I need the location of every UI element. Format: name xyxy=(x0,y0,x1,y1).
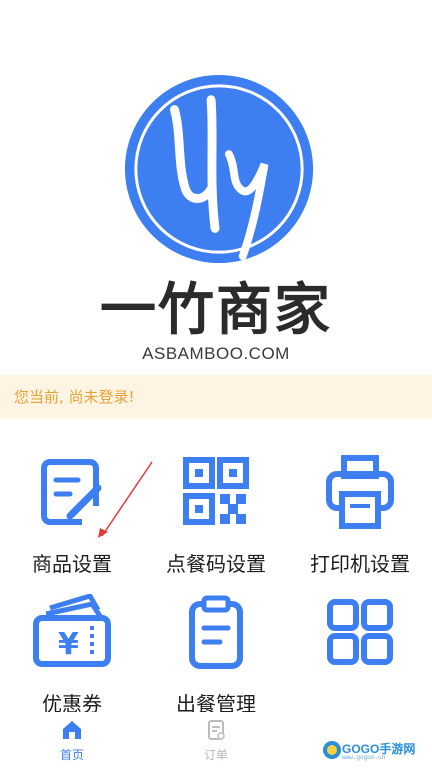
grid-item-printer-settings[interactable]: 打印机设置 xyxy=(288,454,432,594)
apps-icon xyxy=(327,599,393,665)
watermark-logo-icon xyxy=(323,741,341,759)
order-icon xyxy=(208,720,225,740)
coupon-icon: ¥ xyxy=(33,594,111,667)
grid-item-label: 打印机设置 xyxy=(310,552,410,576)
brand-name-en: ASBAMBOO.COM xyxy=(142,344,290,363)
grid-item-product-settings[interactable]: 商品设置 xyxy=(0,454,144,594)
grid-item-label: 商品设置 xyxy=(32,552,112,576)
printer-icon xyxy=(326,455,394,529)
clipboard-icon xyxy=(189,595,243,669)
grid-item-qr-settings[interactable]: 点餐码设置 xyxy=(144,454,288,594)
tab-label: 首页 xyxy=(59,748,84,762)
qr-code-icon xyxy=(183,457,249,525)
site-watermark: GOGO手游网 www.gogoo.cn xyxy=(320,736,430,764)
product-edit-icon xyxy=(41,459,102,526)
tab-orders[interactable]: 订单 xyxy=(146,712,286,768)
tab-home[interactable]: 首页 xyxy=(2,712,142,768)
watermark-sub: www.gogoo.cn xyxy=(342,754,386,761)
login-notice[interactable]: 您当前, 尚未登录! xyxy=(0,375,432,419)
home-icon xyxy=(63,721,81,739)
logo-area: 一竹商家 ASBAMBOO.COM xyxy=(0,0,432,375)
svg-text:¥: ¥ xyxy=(58,627,79,662)
grid-item-label: 点餐码设置 xyxy=(166,552,266,576)
tab-label: 订单 xyxy=(203,748,228,762)
brand-logo xyxy=(124,74,314,264)
brand-name-cn: 一竹商家 xyxy=(100,278,332,343)
